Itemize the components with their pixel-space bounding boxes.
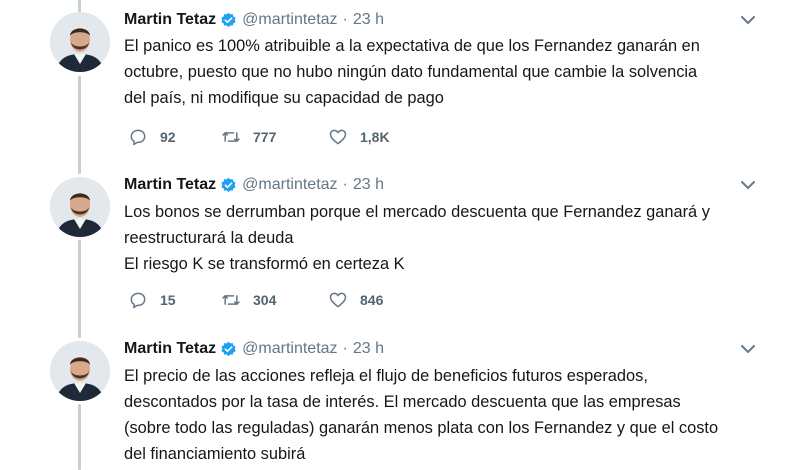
tweet-text-line: descontados por la tasa de interés. El m… [124,393,681,411]
tweet-text-line: octubre, puesto que no hubo ningún dato … [124,63,698,81]
tweet-text: El panico es 100% atribuible a la expect… [124,33,764,111]
tweet-text: El precio de las acciones refleja el flu… [124,363,764,467]
author-name[interactable]: Martin Tetaz [124,340,216,358]
reply-count: 92 [160,129,176,145]
separator-dot: · [342,11,348,28]
separator-dot: · [342,176,348,193]
tweet-text-line: (sobre todo las reguladas) ganarán menos… [124,419,719,437]
retweet-count: 304 [253,292,277,308]
tweet[interactable]: Martin Tetaz @martintetaz · 23 h Los bon… [0,165,800,330]
verified-badge-icon [221,177,236,192]
reply-button[interactable]: 92 [128,127,176,147]
retweet-count: 777 [253,129,277,145]
tweet-text-line: El riesgo K se transformó en certeza K [124,255,405,273]
chevron-down-icon[interactable] [740,343,756,355]
retweet-icon [222,132,240,142]
verified-badge-icon [221,12,236,27]
author-handle[interactable]: @martintetaz [242,340,337,358]
like-count: 1,8K [360,129,390,145]
retweet-button[interactable]: 777 [221,127,276,147]
tweet-text-line: del país, ni modifique su capacidad de p… [124,89,444,107]
tweet-text-line: El precio de las acciones refleja el flu… [124,367,648,385]
tweet-text: Los bonos se derrumban porque el mercado… [124,199,764,277]
tweet-text-line: El panico es 100% atribuible a la expect… [124,37,700,55]
reply-icon [130,129,146,146]
tweet-header: Martin Tetaz @martintetaz · 23 h [124,338,384,360]
tweet[interactable]: Martin Tetaz @martintetaz · 23 h El pani… [0,0,800,165]
author-handle[interactable]: @martintetaz [242,176,337,194]
tweet-header: Martin Tetaz @martintetaz · 23 h [124,9,384,31]
timestamp[interactable]: 23 h [353,340,384,358]
tweet-text-line: reestructurará la deuda [124,229,294,247]
like-button[interactable]: 1,8K [328,127,390,147]
like-count: 846 [360,292,384,308]
tweet-text-line: Los bonos se derrumban porque el mercado… [124,203,710,221]
avatar-image [50,341,110,401]
timestamp[interactable]: 23 h [353,11,384,29]
timestamp[interactable]: 23 h [353,176,384,194]
separator-dot: · [342,340,348,357]
author-name[interactable]: Martin Tetaz [124,176,216,194]
like-button[interactable]: 846 [328,290,383,310]
heart-icon [329,129,347,145]
retweet-icon [222,295,240,305]
avatar-image [50,177,110,237]
avatar[interactable] [50,177,110,237]
tweet-header: Martin Tetaz @martintetaz · 23 h [124,174,384,196]
author-name[interactable]: Martin Tetaz [124,11,216,29]
reply-count: 15 [160,292,176,308]
tweet[interactable]: Martin Tetaz @martintetaz · 23 h El prec… [0,329,800,470]
avatar-image [50,12,110,72]
author-handle[interactable]: @martintetaz [242,11,337,29]
chevron-down-icon[interactable] [740,179,756,191]
avatar[interactable] [50,12,110,72]
chevron-down-icon[interactable] [740,14,756,26]
reply-button[interactable]: 15 [128,290,176,310]
retweet-button[interactable]: 304 [221,290,276,310]
tweet-text-line: del financiamiento subirá [124,445,306,463]
avatar[interactable] [50,341,110,401]
verified-badge-icon [221,341,236,356]
heart-icon [329,292,347,308]
reply-icon [130,292,146,309]
